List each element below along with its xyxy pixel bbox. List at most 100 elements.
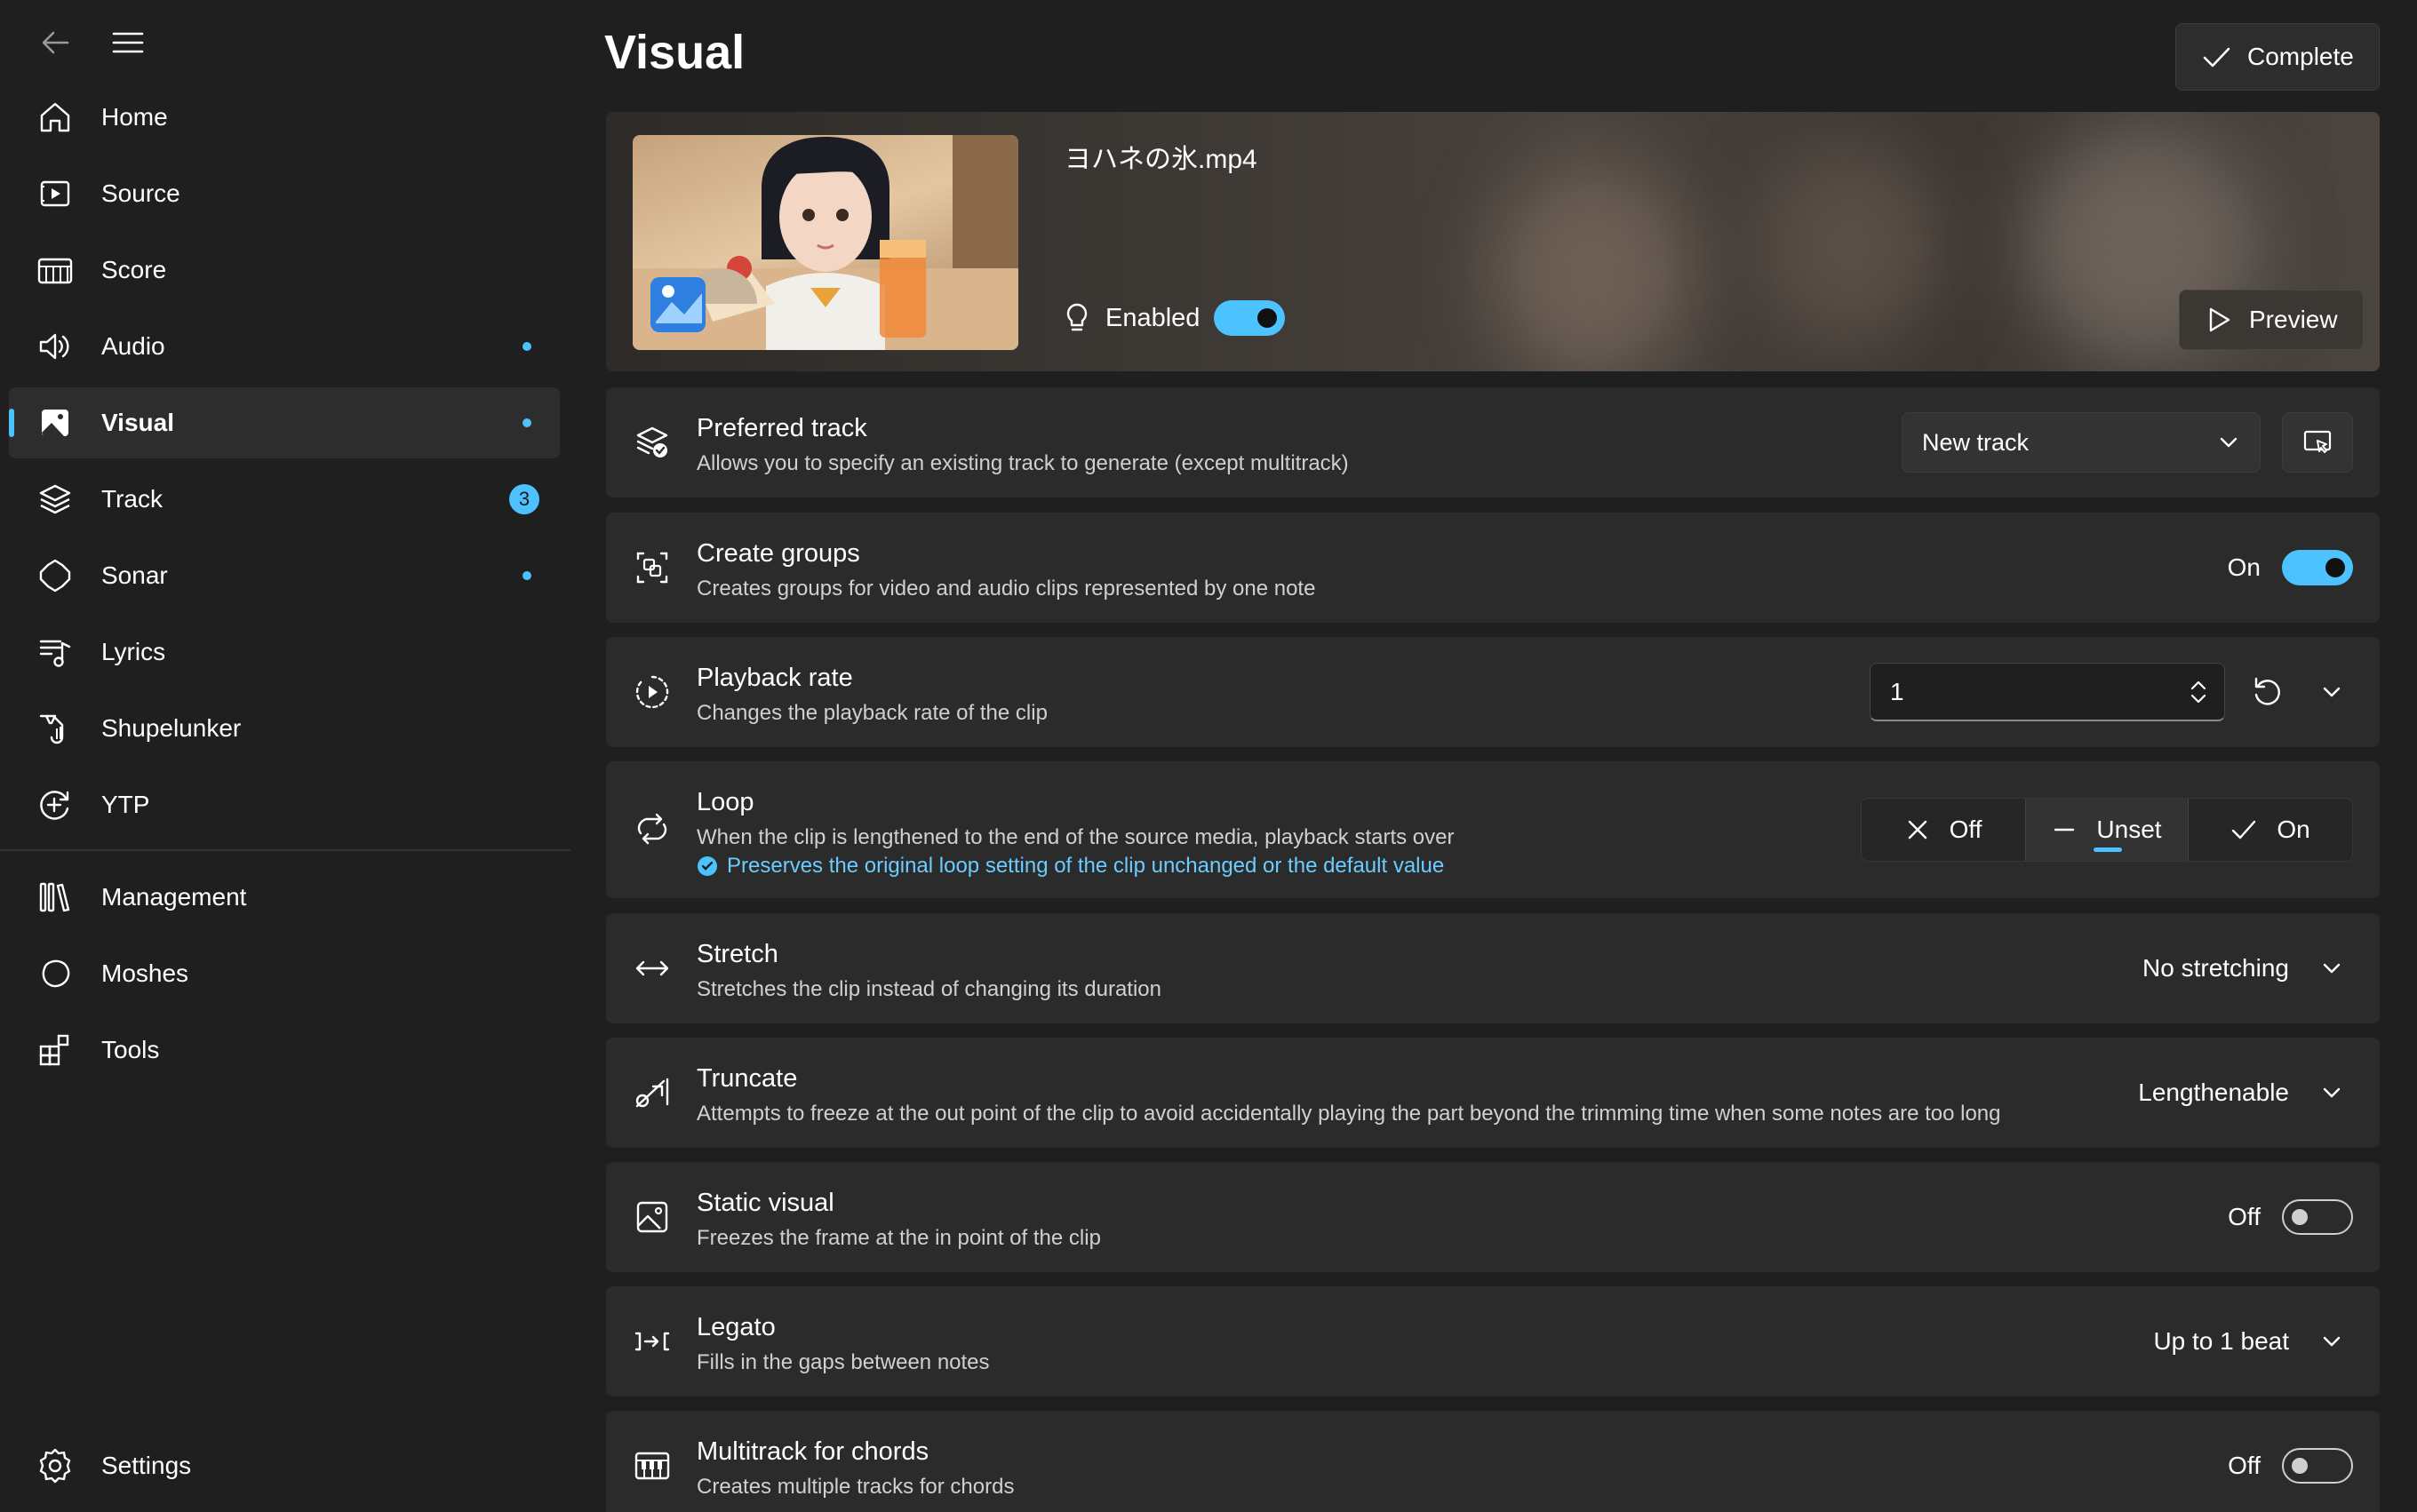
setting-description: Stretches the clip instead of changing i…: [697, 977, 1161, 1001]
static-image-icon: [631, 1196, 674, 1238]
setting-controls[interactable]: Up to 1 beat: [2153, 1286, 2353, 1397]
chevron-down-icon: [2310, 947, 2353, 990]
sidebar-item-score[interactable]: Score: [9, 235, 560, 306]
home-icon: [36, 98, 75, 137]
sidebar-item-label: Tools: [101, 1036, 160, 1063]
sidebar-item-audio[interactable]: Audio: [9, 311, 560, 382]
option-label: Unset: [2096, 816, 2162, 843]
chevron-down-icon: [2217, 431, 2240, 454]
sidebar-item-label: Track: [101, 485, 163, 513]
setting-description: Changes the playback rate of the clip: [697, 701, 1048, 725]
reset-icon[interactable]: [2246, 671, 2289, 713]
sidebar-item-track[interactable]: Track 3: [9, 464, 560, 535]
playback-rate-input[interactable]: 1: [1870, 663, 2225, 721]
sidebar-item-label: Shupelunker: [101, 714, 242, 742]
dropdown-value: No stretching: [2142, 954, 2289, 982]
setting-controls: Off: [2228, 1162, 2353, 1272]
toggle-state-label: Off: [2228, 1203, 2261, 1230]
sidebar-item-source[interactable]: Source: [9, 158, 560, 229]
preferred-track-dropdown[interactable]: New track: [1902, 412, 2261, 473]
setting-controls: 1: [1870, 637, 2353, 747]
static-visual-toggle[interactable]: [2282, 1199, 2353, 1235]
loop-option-unset[interactable]: Unset: [2025, 799, 2189, 861]
sidebar-item-lyrics[interactable]: Lyrics: [9, 617, 560, 688]
enabled-toggle[interactable]: [1214, 300, 1286, 336]
enabled-label: Enabled: [1105, 303, 1201, 332]
sidebar-item-visual[interactable]: Visual: [9, 387, 560, 458]
moshes-blob-icon: [36, 954, 75, 993]
background-blur: [1761, 147, 1939, 343]
option-label: On: [2277, 816, 2310, 843]
setting-title: Static visual: [697, 1189, 834, 1217]
sonar-icon: [36, 556, 75, 595]
sidebar-item-label: YTP: [101, 791, 150, 818]
status-dot: [522, 342, 531, 351]
sidebar-item-label: Visual: [101, 409, 174, 436]
dropdown-value: New track: [1922, 428, 2030, 456]
sidebar-item-label: Moshes: [101, 959, 189, 987]
setting-controls[interactable]: Lengthenable: [2138, 1038, 2353, 1148]
toggle-state-label: On: [2227, 553, 2261, 581]
sidebar-item-shupelunker[interactable]: Shupelunker: [9, 693, 560, 764]
setting-description: Allows you to specify an existing track …: [697, 451, 1349, 475]
legato-icon: [631, 1320, 674, 1363]
setting-title: Loop: [697, 788, 754, 816]
sidebar-item-ytp[interactable]: YTP: [9, 769, 560, 840]
speaker-icon: [36, 327, 75, 366]
sidebar-divider: [0, 849, 570, 851]
status-dot: [522, 571, 531, 580]
complete-label: Complete: [2247, 43, 2354, 70]
dropdown-value: Lengthenable: [2138, 1078, 2289, 1106]
chevron-down-icon: [2310, 1320, 2353, 1363]
setting-stretch: Stretch Stretches the clip instead of ch…: [606, 913, 2380, 1023]
sidebar-item-settings[interactable]: Settings: [9, 1430, 560, 1501]
sidebar-item-sonar[interactable]: Sonar: [9, 540, 560, 611]
chevron-down-icon: [2310, 1071, 2353, 1114]
playback-rate-icon: [631, 671, 674, 713]
checkmark-icon: [2201, 42, 2231, 72]
create-groups-toggle[interactable]: [2282, 550, 2353, 585]
sidebar-item-moshes[interactable]: Moshes: [9, 938, 560, 1009]
spin-updown-icon[interactable]: [2187, 677, 2210, 707]
layers-icon: [36, 480, 75, 519]
multitrack-toggle[interactable]: [2282, 1448, 2353, 1484]
setting-loop: Loop When the clip is lengthened to the …: [606, 761, 2380, 898]
setting-truncate: Truncate Attempts to freeze at the out p…: [606, 1038, 2380, 1148]
preview-button[interactable]: Preview: [2179, 290, 2364, 350]
sidebar: Home Source Score Audio Visual Track 3 S…: [0, 0, 579, 1512]
setting-info-note: Preserves the original loop setting of t…: [697, 854, 1444, 879]
track-selection-button[interactable]: [2282, 412, 2353, 473]
setting-controls[interactable]: No stretching: [2142, 913, 2353, 1023]
lightbulb-icon: [1063, 302, 1091, 334]
loop-segmented-control: Off Unset On: [1861, 798, 2353, 862]
preview-label: Preview: [2249, 306, 2338, 333]
sidebar-item-management[interactable]: Management: [9, 862, 560, 933]
back-arrow-icon[interactable]: [34, 21, 76, 64]
status-dot: [522, 418, 531, 427]
background-blur: [1495, 165, 1690, 371]
clip-header: ヨハネの氷.mp4 Enabled: [606, 112, 2380, 371]
video-thumbnail[interactable]: [633, 135, 1018, 350]
setting-controls: New track: [1902, 387, 2353, 497]
image-icon: [36, 403, 75, 442]
setting-create-groups: Create groups Creates groups for video a…: [606, 513, 2380, 623]
sidebar-item-label: Lyrics: [101, 638, 166, 665]
cursor-window-icon: [2302, 427, 2333, 458]
setting-description: Creates groups for video and audio clips…: [697, 577, 1316, 601]
option-label: Off: [1949, 816, 1982, 843]
sidebar-item-home[interactable]: Home: [9, 82, 560, 153]
complete-button[interactable]: Complete: [2175, 23, 2380, 91]
chevron-down-icon[interactable]: [2310, 671, 2353, 713]
video-source-icon: [36, 174, 75, 213]
sidebar-item-tools[interactable]: Tools: [9, 1015, 560, 1086]
hamburger-menu-icon[interactable]: [107, 21, 149, 64]
check-circle-icon: [697, 855, 718, 877]
loop-option-off[interactable]: Off: [1862, 799, 2025, 861]
lyrics-music-icon: [36, 633, 75, 672]
setting-controls: Off: [2228, 1411, 2353, 1512]
count-badge: 3: [509, 484, 539, 514]
loop-option-on[interactable]: On: [2189, 799, 2352, 861]
enabled-toggle-group: Enabled: [1063, 300, 1286, 336]
close-icon: [1905, 817, 1930, 842]
group-select-icon: [631, 546, 674, 589]
